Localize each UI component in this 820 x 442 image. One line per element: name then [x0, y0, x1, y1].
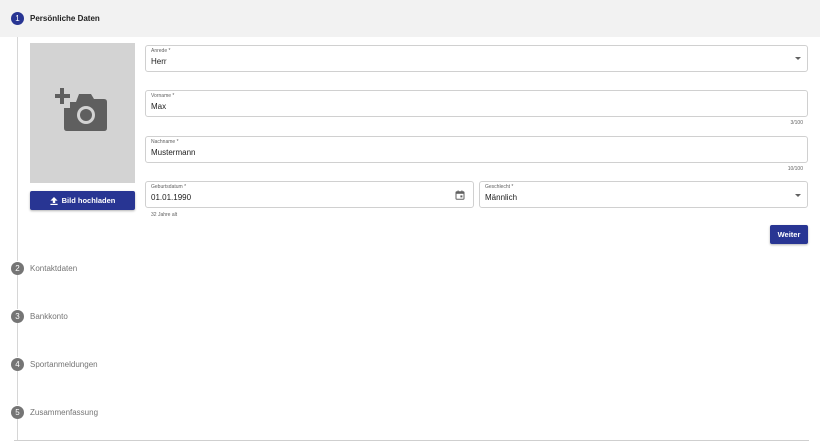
- step-label-contact: Kontaktdaten: [30, 264, 78, 273]
- salutation-value: Herr: [151, 57, 167, 66]
- step-number-3: 3: [11, 310, 24, 323]
- last-name-counter: 10/100: [787, 166, 803, 172]
- add-a-photo-icon: [55, 88, 107, 131]
- gender-value: Männlich: [485, 193, 518, 202]
- first-name-value: Max: [151, 102, 167, 111]
- step-number-4: 4: [11, 358, 24, 371]
- first-name-counter: 3/100: [790, 120, 803, 126]
- step-header-personal[interactable]: [0, 0, 820, 37]
- step-number-2: 2: [11, 262, 24, 275]
- salutation-label: Anrede *: [151, 48, 171, 54]
- next-button[interactable]: Weiter: [770, 225, 808, 244]
- birthdate-field[interactable]: Geburtsdatum * 01.01.1990: [145, 181, 474, 208]
- step-number-5: 5: [11, 406, 24, 419]
- step-number-1: 1: [11, 12, 24, 25]
- gender-label: Geschlecht *: [485, 184, 514, 190]
- step-connector: [17, 37, 18, 261]
- step-connector: [17, 323, 18, 357]
- first-name-field[interactable]: Vorname * Max: [145, 90, 808, 117]
- profile-photo-placeholder[interactable]: [30, 43, 135, 183]
- upload-icon: [50, 196, 58, 205]
- bottom-divider: [14, 440, 809, 441]
- birthdate-label: Geburtsdatum *: [151, 184, 187, 190]
- upload-button-label: Bild hochladen: [61, 196, 116, 205]
- dropdown-arrow-icon: [795, 194, 801, 197]
- last-name-value: Mustermann: [151, 148, 196, 157]
- step-label-bank: Bankkonto: [30, 312, 68, 321]
- step-label-personal: Persönliche Daten: [30, 14, 100, 23]
- last-name-field[interactable]: Nachname * Mustermann: [145, 136, 808, 163]
- gender-select[interactable]: Geschlecht * Männlich: [479, 181, 808, 208]
- age-hint: 32 Jahre alt: [151, 212, 178, 218]
- step-connector: [17, 275, 18, 309]
- step-connector: [17, 419, 18, 440]
- step-label-sports: Sportanmeldungen: [30, 360, 98, 369]
- salutation-select[interactable]: Anrede * Herr: [145, 45, 808, 72]
- calendar-icon[interactable]: [455, 190, 465, 200]
- upload-photo-button[interactable]: Bild hochladen: [30, 191, 135, 210]
- step-connector: [17, 371, 18, 405]
- dropdown-arrow-icon: [795, 57, 801, 60]
- birthdate-value: 01.01.1990: [151, 193, 192, 202]
- last-name-label: Nachname *: [151, 139, 179, 145]
- first-name-label: Vorname *: [151, 93, 175, 99]
- step-label-summary: Zusammenfassung: [30, 408, 99, 417]
